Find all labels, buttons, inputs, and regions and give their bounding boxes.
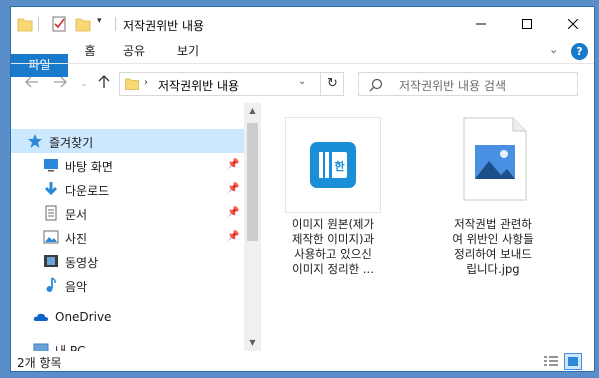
properties-icon[interactable] <box>51 15 67 33</box>
sidebar-item-label: 문서 <box>65 208 88 222</box>
sidebar-item-label: 동영상 <box>65 256 99 270</box>
pin-icon[interactable]: 📌 <box>227 159 239 171</box>
address-dropdown-icon[interactable]: ⌄ <box>298 76 306 87</box>
explorer-window: ▾ 저작권위반 내용 파일 홈 공유 보기 ⌄ ? ⌄ › 저작권위반 내용 ⌄… <box>10 6 595 372</box>
sidebar-scrollbar[interactable]: ▲ ▼ <box>244 103 261 351</box>
file-thumbnail[interactable] <box>445 117 541 213</box>
svg-text:한: 한 <box>334 159 344 173</box>
download-icon <box>44 182 58 196</box>
close-icon <box>568 18 578 29</box>
sidebar-item-label: 다운로드 <box>65 184 110 198</box>
file-thumbnail[interactable]: 한 <box>285 117 381 213</box>
arrow-up-icon <box>98 75 110 88</box>
back-button[interactable] <box>23 75 41 93</box>
music-icon <box>46 277 56 292</box>
pictures-icon <box>43 230 59 244</box>
star-icon <box>28 134 42 148</box>
file-item[interactable]: 저작권법 관련하 여 위반인 사항들 정리하여 보내드 립니다.jpg <box>441 117 545 277</box>
scroll-down-icon[interactable]: ▼ <box>244 335 261 351</box>
pin-icon[interactable]: 📌 <box>227 183 239 195</box>
sidebar-item-desktop[interactable]: 바탕 화면 📌 <box>11 153 244 177</box>
search-icon <box>369 78 383 92</box>
maximize-icon <box>522 18 532 29</box>
forward-button[interactable] <box>51 75 69 93</box>
close-button[interactable] <box>550 7 596 40</box>
search-box[interactable]: 저작권위반 내용 검색 <box>358 72 578 96</box>
chevron-right-icon[interactable]: › <box>144 77 148 88</box>
sidebar-item-downloads[interactable]: 다운로드 📌 <box>11 177 244 201</box>
recent-locations-button[interactable]: ⌄ <box>75 75 93 93</box>
title-bar: ▾ 저작권위반 내용 <box>11 7 594 40</box>
sidebar-item-label: OneDrive <box>55 310 112 324</box>
file-name[interactable]: 저작권법 관련하 여 위반인 사항들 정리하여 보내드 립니다.jpg <box>441 217 545 277</box>
status-bar: 2개 항목 <box>11 351 594 373</box>
sidebar-item-label: 바탕 화면 <box>65 160 113 174</box>
sidebar-item-label: 내 PC <box>55 344 86 351</box>
item-count: 2개 항목 <box>17 356 62 370</box>
window-title: 저작권위반 내용 <box>123 19 205 33</box>
maximize-button[interactable] <box>504 7 550 40</box>
new-folder-icon[interactable] <box>75 15 91 33</box>
customize-toolbar-icon[interactable]: ▾ <box>97 16 102 26</box>
arrow-right-icon <box>54 76 67 88</box>
sidebar-item-label: 즐겨찾기 <box>49 136 94 150</box>
search-input[interactable]: 저작권위반 내용 검색 <box>399 77 506 94</box>
navigation-pane: 즐겨찾기 바탕 화면 📌 다운로드 📌 문서 📌 사진 📌 동영상 음악 One… <box>11 103 261 351</box>
sidebar-item-this-pc[interactable]: 내 PC <box>11 337 244 351</box>
scrollbar-thumb[interactable] <box>247 123 258 241</box>
sidebar-item-documents[interactable]: 문서 📌 <box>11 201 244 225</box>
large-icons-view-icon[interactable] <box>564 353 582 370</box>
file-list: 한 이미지 원본(제가 제작한 이미지)과 사용하고 있으신 이미지 정리한 .… <box>261 103 596 351</box>
sidebar-item-onedrive[interactable]: OneDrive <box>11 305 244 329</box>
sidebar-item-videos[interactable]: 동영상 <box>11 249 244 273</box>
file-item[interactable]: 한 이미지 원본(제가 제작한 이미지)과 사용하고 있으신 이미지 정리한 .… <box>281 117 385 277</box>
tab-view[interactable]: 보기 <box>171 40 205 63</box>
separator <box>38 17 39 31</box>
folder-icon <box>125 78 139 90</box>
details-view-icon[interactable] <box>542 353 560 370</box>
image-file-icon <box>463 117 527 201</box>
tab-share[interactable]: 공유 <box>117 40 151 63</box>
sidebar-item-label: 사진 <box>65 232 88 246</box>
minimize-button[interactable] <box>458 7 504 40</box>
pc-icon <box>33 343 49 351</box>
desktop-icon <box>44 159 58 172</box>
arrow-left-icon <box>25 76 38 88</box>
videos-icon <box>44 255 58 267</box>
sidebar-item-quick-access[interactable]: 즐겨찾기 <box>11 129 244 153</box>
pin-icon[interactable]: 📌 <box>227 231 239 243</box>
pin-icon[interactable]: 📌 <box>227 207 239 219</box>
sidebar-item-music[interactable]: 음악 <box>11 273 244 297</box>
address-path[interactable]: 저작권위반 내용 <box>158 77 239 94</box>
file-name[interactable]: 이미지 원본(제가 제작한 이미지)과 사용하고 있으신 이미지 정리한 ... <box>281 217 385 277</box>
minimize-icon <box>476 23 486 24</box>
address-bar[interactable]: › 저작권위반 내용 ⌄ ↻ <box>119 72 344 96</box>
scroll-up-icon[interactable]: ▲ <box>244 103 261 119</box>
expand-ribbon-icon[interactable]: ⌄ <box>549 43 558 56</box>
ribbon-tabs: 파일 홈 공유 보기 ⌄ ? <box>11 40 594 77</box>
sidebar-item-pictures[interactable]: 사진 📌 <box>11 225 244 249</box>
help-button[interactable]: ? <box>571 43 588 60</box>
up-button[interactable] <box>95 75 113 93</box>
cloud-icon <box>33 313 48 321</box>
sidebar-item-label: 음악 <box>65 280 88 294</box>
folder-icon <box>17 18 33 32</box>
refresh-button[interactable]: ↻ <box>320 73 344 95</box>
app-icon: 한 <box>310 142 356 188</box>
document-icon <box>45 205 57 221</box>
navigation-bar: ⌄ › 저작권위반 내용 ⌄ ↻ 저작권위반 내용 검색 <box>11 63 594 103</box>
tab-home[interactable]: 홈 <box>75 40 105 63</box>
title-separator <box>115 17 116 31</box>
